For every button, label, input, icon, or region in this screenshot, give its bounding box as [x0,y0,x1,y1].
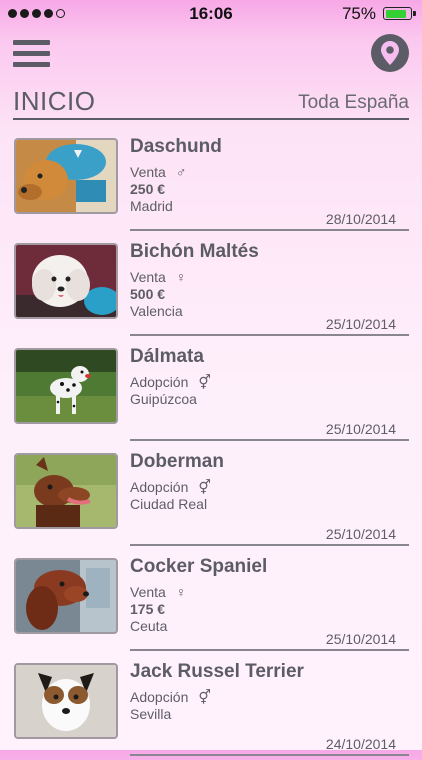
divider [130,334,409,336]
sex-icon: ⚥ [198,479,212,495]
battery-icon [383,7,412,20]
dog-photo [14,663,118,739]
listing-location: Madrid [130,198,173,214]
dog-name: Bichón Maltés [130,241,259,262]
dog-photo [14,558,118,634]
listing-item[interactable]: Daschund Venta ♂ 250 € Madrid 28/10/2014 [0,130,422,235]
listing-date: 25/10/2014 [325,631,396,647]
dog-name: Cocker Spaniel [130,556,268,577]
sex-icon: ♀ [175,584,187,600]
divider [130,439,409,441]
listing-type: Venta [130,164,166,180]
listing-type: Venta [130,269,166,285]
listing-type: Adopción [130,479,189,495]
dog-photo [14,453,118,529]
dog-name: Jack Russel Terrier [130,661,304,682]
listing-meta: Venta ♀ [130,584,186,600]
listing-date: 25/10/2014 [325,526,396,542]
dog-name: Daschund [130,136,222,157]
sex-icon: ♂ [175,164,187,180]
page-title-row: INICIO Toda España [13,86,409,120]
battery-percentage: 75% [341,4,376,23]
status-bar: 16:06 75% [0,0,422,28]
listing-item[interactable]: Jack Russel Terrier Adopción ⚥ Sevilla 24/10… [0,655,422,760]
page-title: INICIO [13,86,96,116]
listing-date: 25/10/2014 [325,421,396,437]
listing-location: Valencia [130,303,183,319]
map-pin-icon[interactable] [371,34,409,72]
listing-location: Ceuta [130,618,168,634]
listing-meta: Adopción ⚥ [130,689,211,706]
sex-icon: ⚥ [198,689,212,705]
dog-name: Doberman [130,451,224,472]
listing-price: 175 € [130,601,166,617]
listing-item[interactable]: Cocker Spaniel Venta ♀ 175 € Ceuta 25/10/2014 [0,550,422,655]
divider [130,544,409,546]
dog-name: Dálmata [130,346,204,367]
listing-meta: Adopción ⚥ [130,374,211,391]
listing-date: 28/10/2014 [325,211,396,227]
listing-item[interactable]: Doberman Adopción ⚥ Ciudad Real 25/10/2014 [0,445,422,550]
listing-type: Venta [130,584,166,600]
listing-item[interactable]: Bichón Maltés Venta ♀ 500 € Valencia 25/10/20… [0,235,422,340]
dog-photo [14,348,118,424]
listing-location: Guipúzcoa [130,391,197,407]
listing-item[interactable]: Dálmata Adopción ⚥ Guipúzcoa 25/10/2014 [0,340,422,445]
dog-photo [14,138,118,214]
sex-icon: ♀ [175,269,187,285]
listing-price: 500 € [130,286,166,302]
listing-price: 250 € [130,181,166,197]
divider [130,229,409,231]
region-selector[interactable]: Toda España [298,92,409,114]
listing-type: Adopción [130,689,189,705]
divider [130,649,409,651]
hamburger-menu-icon[interactable] [13,40,50,67]
listing-type: Adopción [130,374,189,390]
battery-tip [413,11,416,16]
listing-meta: Venta ♀ [130,269,186,285]
divider [130,754,409,756]
listing-location: Ciudad Real [130,496,208,512]
dog-photo [14,243,118,319]
sex-icon: ⚥ [198,374,212,390]
listing-date: 25/10/2014 [325,316,396,332]
listing-meta: Adopción ⚥ [130,479,211,496]
listing-location: Sevilla [130,706,172,722]
listing-meta: Venta ♂ [130,164,186,180]
